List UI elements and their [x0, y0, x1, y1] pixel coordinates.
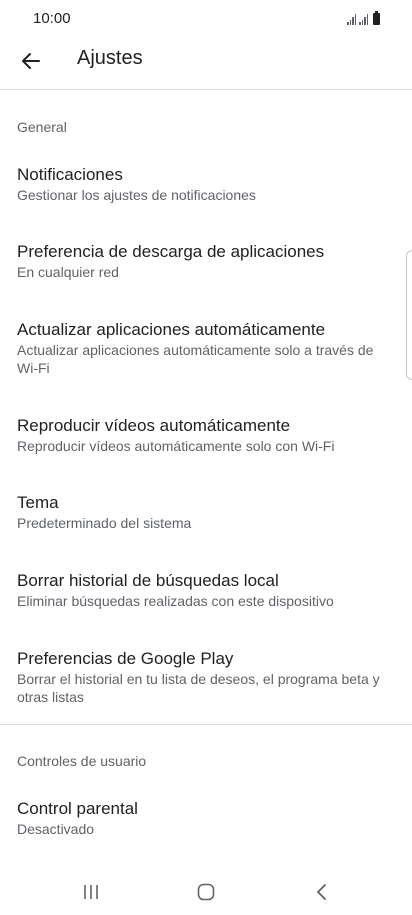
nav-back-button[interactable]: [302, 877, 342, 907]
setting-title: Borrar historial de búsquedas local: [17, 571, 279, 590]
setting-preferencias-google-play[interactable]: Preferencias de Google Play Borrar el hi…: [17, 648, 395, 706]
setting-subtitle: Actualizar aplicaciones automáticamente …: [17, 342, 374, 376]
back-button[interactable]: [14, 44, 48, 78]
signal-icon: [359, 14, 368, 25]
setting-borrar-historial[interactable]: Borrar historial de búsquedas local Elim…: [17, 570, 395, 610]
setting-reproducir-videos[interactable]: Reproducir vídeos automáticamente Reprod…: [17, 415, 395, 455]
app-bar: Ajustes: [0, 36, 412, 90]
setting-title: Notificaciones: [17, 165, 123, 184]
setting-notificaciones[interactable]: Notificaciones Gestionar los ajustes de …: [17, 164, 395, 204]
home-icon: [197, 883, 215, 901]
setting-preferencia-descarga[interactable]: Preferencia de descarga de aplicaciones …: [17, 241, 395, 281]
setting-title: Control parental: [17, 799, 138, 818]
setting-subtitle: Eliminar búsquedas realizadas con este d…: [17, 593, 334, 609]
status-icons: [347, 11, 380, 25]
signal-icon: [347, 14, 356, 25]
home-button[interactable]: [186, 877, 226, 907]
setting-title: Preferencia de descarga de aplicaciones: [17, 242, 325, 261]
setting-subtitle: Gestionar los ajustes de notificaciones: [17, 187, 256, 203]
setting-title: Tema: [17, 493, 59, 512]
setting-subtitle: Borrar el historial en tu lista de deseo…: [17, 671, 380, 705]
back-icon: [317, 884, 326, 900]
setting-subtitle: Predeterminado del sistema: [17, 515, 192, 531]
setting-tema[interactable]: Tema Predeterminado del sistema: [17, 492, 395, 532]
setting-subtitle: En cualquier red: [17, 264, 119, 280]
section-header-general: General: [17, 119, 67, 135]
status-bar: 10:00: [0, 0, 412, 36]
setting-title: Preferencias de Google Play: [17, 649, 234, 668]
setting-subtitle: Reproducir vídeos automáticamente solo c…: [17, 438, 335, 454]
status-time: 10:00: [33, 10, 71, 27]
scrollbar[interactable]: [406, 250, 412, 380]
setting-title: Actualizar aplicaciones automáticamente: [17, 320, 326, 339]
page-title: Ajustes: [77, 47, 143, 69]
settings-screen: 10:00 Ajustes General Notificaciones Ges…: [0, 0, 412, 915]
nav-bar: [0, 859, 412, 915]
setting-subtitle: Desactivado: [17, 821, 95, 837]
recent-apps-icon: [84, 885, 98, 899]
section-divider: [0, 724, 412, 725]
recent-apps-button[interactable]: [71, 877, 111, 907]
arrow-left-icon: [22, 53, 40, 69]
setting-control-parental[interactable]: Control parental Desactivado: [17, 798, 395, 838]
battery-icon: [373, 11, 380, 25]
section-header-controles: Controles de usuario: [17, 753, 147, 769]
setting-actualizar-aplicaciones[interactable]: Actualizar aplicaciones automáticamente …: [17, 319, 395, 377]
setting-title: Reproducir vídeos automáticamente: [17, 416, 291, 435]
